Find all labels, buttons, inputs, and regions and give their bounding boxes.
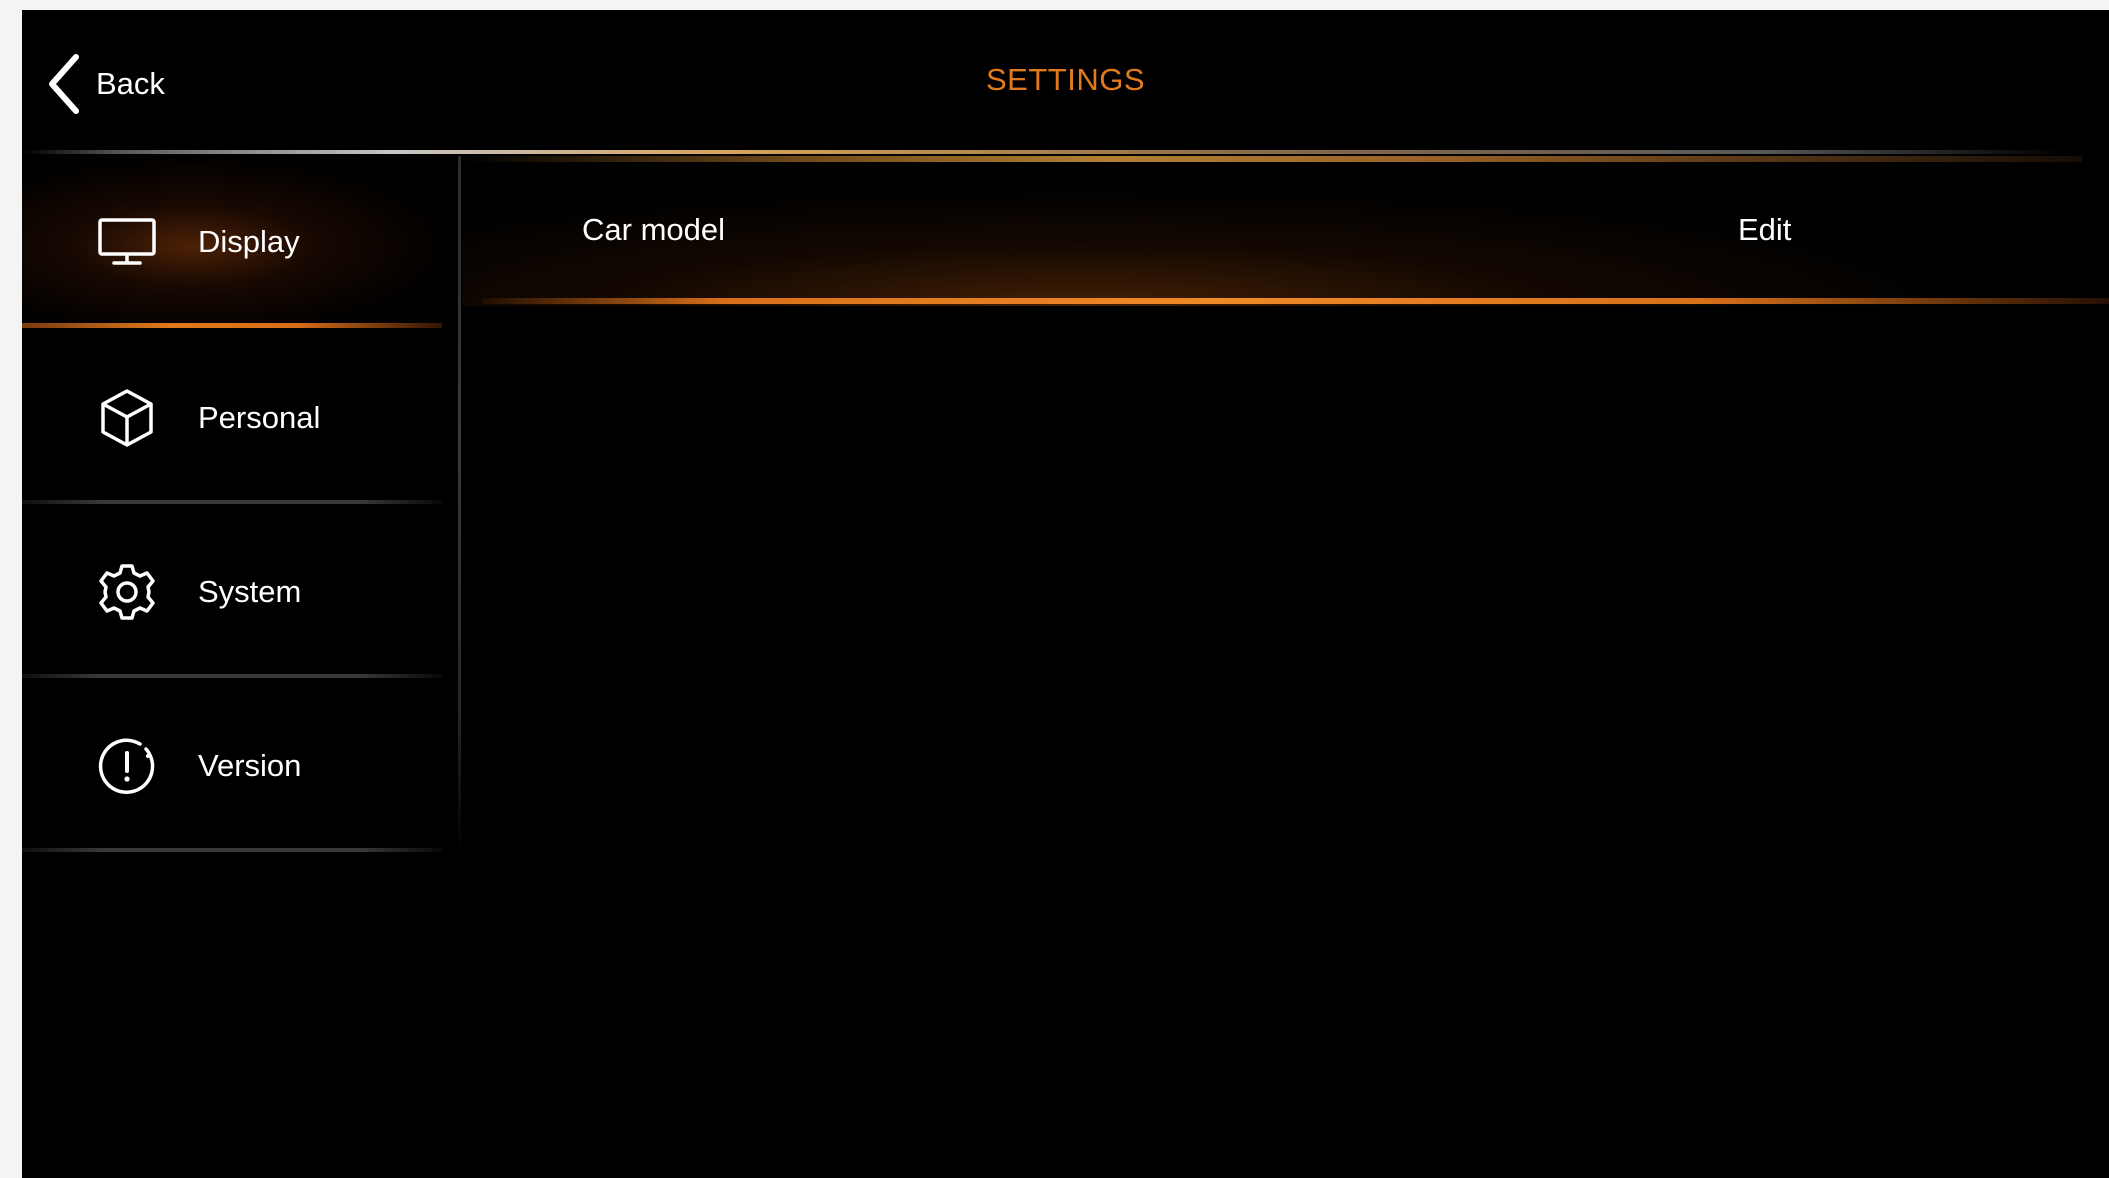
- sidebar-item-personal[interactable]: Personal: [22, 332, 458, 504]
- row-top-glow: [462, 156, 2082, 162]
- sidebar-item-label: Display: [198, 224, 300, 259]
- sidebar: Display Personal System Version: [22, 156, 462, 1178]
- sidebar-item-version[interactable]: Version: [22, 680, 458, 852]
- sidebar-item-label: Personal: [198, 400, 321, 435]
- gear-icon: [96, 561, 158, 623]
- sidebar-separator: [22, 323, 442, 328]
- sidebar-separator: [22, 500, 442, 504]
- page-title: SETTINGS: [985, 62, 1145, 97]
- cube-icon: [96, 387, 158, 449]
- sidebar-item-system[interactable]: System: [22, 506, 458, 678]
- sidebar-item-label: Version: [198, 748, 302, 783]
- car-model-row[interactable]: Car model Edit: [462, 156, 2109, 306]
- row-bottom-glow: [482, 298, 2109, 304]
- edit-button[interactable]: Edit: [1738, 212, 1791, 248]
- sidebar-separator: [22, 848, 442, 852]
- sidebar-separator: [22, 674, 442, 678]
- sidebar-item-display[interactable]: Display: [22, 156, 458, 328]
- header-divider: [22, 150, 2062, 154]
- sidebar-vertical-divider: [458, 156, 461, 856]
- info-icon: [96, 735, 158, 797]
- settings-screen: Back SETTINGS Display Personal System Ve…: [22, 10, 2109, 1178]
- header-bar: Back SETTINGS: [22, 10, 2109, 154]
- monitor-icon: [96, 211, 158, 273]
- sidebar-item-label: System: [198, 574, 302, 609]
- car-model-label: Car model: [582, 212, 725, 247]
